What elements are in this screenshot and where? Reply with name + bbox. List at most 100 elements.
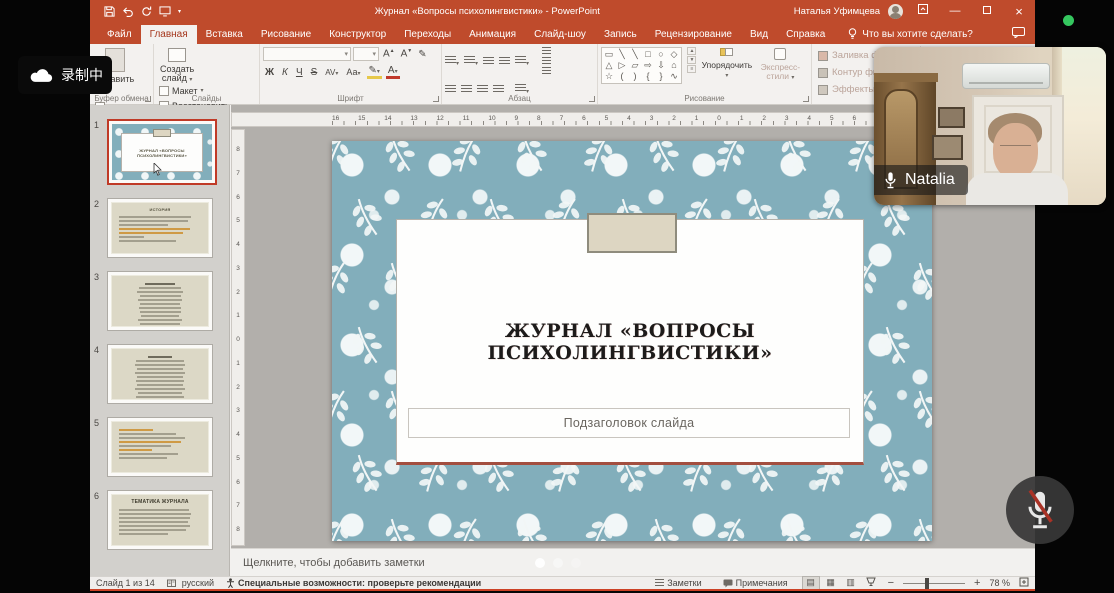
tab-Конструктор[interactable]: Конструктор xyxy=(320,25,395,44)
notes-pane[interactable]: Щелкните, чтобы добавить заметки xyxy=(231,548,1035,576)
align-left-button[interactable] xyxy=(445,85,456,94)
minimize-button[interactable]: — xyxy=(943,0,967,23)
shape-icon[interactable]: ☆ xyxy=(604,71,614,82)
shape-icon[interactable]: ( xyxy=(617,71,627,82)
tab-Главная[interactable]: Главная xyxy=(141,25,197,44)
tab-Слайд-шоу[interactable]: Слайд-шоу xyxy=(525,25,595,44)
redo-icon[interactable] xyxy=(141,6,152,17)
font-dialog-launcher[interactable] xyxy=(433,96,439,102)
comments-toggle-button[interactable]: Примечания xyxy=(723,578,788,588)
clipboard-dialog-launcher[interactable] xyxy=(145,96,151,102)
shape-icon[interactable]: ╲ xyxy=(617,49,627,60)
new-slide-button[interactable]: Создать слайд ▾ xyxy=(157,47,197,84)
start-presentation-icon[interactable] xyxy=(159,6,171,17)
shape-icon[interactable]: ) xyxy=(630,71,640,82)
slide-thumbnail-1[interactable]: ЖУРНАЛ «ВОПРОСЫ ПСИХОЛИНГВИСТИКИ» xyxy=(107,119,217,185)
slide-canvas[interactable]: ЖУРНАЛ «ВОПРОСЫ ПСИХОЛИНГВИСТИКИ» Подзаг… xyxy=(332,141,932,541)
notes-placeholder[interactable]: Щелкните, чтобы добавить заметки xyxy=(243,557,425,569)
grow-font-button[interactable]: А▲ xyxy=(381,48,397,59)
shape-icon[interactable]: △ xyxy=(604,60,614,71)
shape-icon[interactable]: ∿ xyxy=(669,71,679,82)
slide-thumbnail-4[interactable] xyxy=(107,344,213,404)
tell-me-box[interactable]: Что вы хотите сделать? xyxy=(848,28,973,44)
tab-Запись[interactable]: Запись xyxy=(595,25,646,44)
shapes-gallery[interactable]: ▭╲╲□○◇△▷▱⇨⇩⌂☆(){}∿ xyxy=(601,47,682,84)
shape-icon[interactable]: ▭ xyxy=(604,49,614,60)
italic-button[interactable]: К xyxy=(280,67,290,78)
justify-button[interactable] xyxy=(493,85,504,94)
tab-Справка[interactable]: Справка xyxy=(777,25,834,44)
tab-Рисование[interactable]: Рисование xyxy=(252,25,320,44)
slide-content-box[interactable]: ЖУРНАЛ «ВОПРОСЫ ПСИХОЛИНГВИСТИКИ» Подзаг… xyxy=(396,219,864,465)
bold-button[interactable]: Ж xyxy=(263,67,276,78)
slide-subtitle-placeholder[interactable]: Подзаголовок слайда xyxy=(408,408,850,438)
strikethrough-button[interactable]: S xyxy=(309,67,320,78)
tab-Вставка[interactable]: Вставка xyxy=(197,25,252,44)
slide-sorter-view-button[interactable]: ▦ xyxy=(823,577,839,589)
clear-formatting-button[interactable]: ✎ xyxy=(416,49,428,60)
accessibility-status[interactable]: Специальные возможности: проверьте реком… xyxy=(226,578,481,588)
align-center-button[interactable] xyxy=(461,85,472,94)
zoom-slider-handle[interactable] xyxy=(925,578,929,589)
zoom-slider[interactable] xyxy=(903,583,965,584)
change-case-button[interactable]: Аа▾ xyxy=(344,67,362,77)
comments-icon[interactable] xyxy=(1012,27,1025,41)
notes-toggle-button[interactable]: Заметки xyxy=(655,578,701,588)
proofing-icon[interactable] xyxy=(167,579,176,588)
paragraph-dialog-launcher[interactable] xyxy=(589,96,595,102)
decrease-indent-button[interactable] xyxy=(483,57,494,66)
slide-title[interactable]: ЖУРНАЛ «ВОПРОСЫ ПСИХОЛИНГВИСТИКИ» xyxy=(397,320,863,364)
numbering-button[interactable]: ▾ xyxy=(464,52,478,70)
shape-icon[interactable]: ◇ xyxy=(669,49,679,60)
tab-Вид[interactable]: Вид xyxy=(741,25,777,44)
font-color-button[interactable]: А▾ xyxy=(386,65,400,79)
underline-button[interactable]: Ч xyxy=(294,67,305,78)
font-name-combo[interactable]: ▾ xyxy=(263,47,351,61)
tab-Рецензирование[interactable]: Рецензирование xyxy=(646,25,741,44)
font-size-combo[interactable]: ▾ xyxy=(353,47,379,61)
account-avatar[interactable] xyxy=(888,4,903,19)
zoom-in-button[interactable]: + xyxy=(974,577,980,589)
normal-view-button[interactable]: ▤ xyxy=(803,577,819,589)
tab-Анимация[interactable]: Анимация xyxy=(460,25,525,44)
zoom-level[interactable]: 78 % xyxy=(989,578,1010,588)
shape-icon[interactable]: ⇩ xyxy=(656,60,666,71)
restore-button[interactable] xyxy=(975,0,999,23)
text-direction-button[interactable] xyxy=(542,47,551,55)
shrink-font-button[interactable]: А▼ xyxy=(399,48,415,59)
drawing-dialog-launcher[interactable] xyxy=(803,96,809,102)
shape-icon[interactable]: ╲ xyxy=(630,49,640,60)
align-text-button[interactable] xyxy=(542,57,551,65)
slide-thumbnail-6[interactable]: ТЕМАТИКА ЖУРНАЛА xyxy=(107,490,213,550)
slide-counter[interactable]: Слайд 1 из 14 xyxy=(96,578,155,588)
shape-icon[interactable]: ▱ xyxy=(630,60,640,71)
quick-styles-button[interactable]: Экспресс- стили ▾ xyxy=(757,47,803,82)
align-right-button[interactable] xyxy=(477,85,488,94)
shape-icon[interactable]: } xyxy=(656,71,666,82)
microphone-muted-button[interactable] xyxy=(1006,476,1074,544)
close-button[interactable]: × xyxy=(1007,0,1031,23)
arrange-button[interactable]: Упорядочить ▾ xyxy=(701,47,753,80)
tab-Файл[interactable]: Файл xyxy=(98,25,141,44)
slide-thumbnail-2[interactable]: ИСТОРИЯ xyxy=(107,198,213,258)
tab-Переходы[interactable]: Переходы xyxy=(395,25,460,44)
language-indicator[interactable]: русский xyxy=(182,578,214,588)
character-spacing-button[interactable]: AV▾ xyxy=(323,68,340,77)
account-name[interactable]: Наталья Уфимцева xyxy=(794,6,880,17)
fit-to-window-icon[interactable] xyxy=(1019,577,1029,589)
zoom-out-button[interactable]: − xyxy=(888,577,894,589)
line-spacing-button[interactable]: ▾ xyxy=(515,52,529,70)
bullets-button[interactable]: ▾ xyxy=(445,52,459,70)
undo-icon[interactable] xyxy=(122,6,134,17)
text-highlight-button[interactable]: ✎▾ xyxy=(367,65,382,79)
shape-icon[interactable]: ⇨ xyxy=(643,60,653,71)
shape-icon[interactable]: ▷ xyxy=(617,60,627,71)
shape-icon[interactable]: ○ xyxy=(656,49,666,60)
save-icon[interactable] xyxy=(104,6,115,17)
increase-indent-button[interactable] xyxy=(499,57,510,66)
slideshow-view-button[interactable] xyxy=(863,577,879,589)
convert-smartart-button[interactable] xyxy=(542,67,551,75)
slide-thumbnail-5[interactable] xyxy=(107,417,213,477)
shape-icon[interactable]: ⌂ xyxy=(669,60,679,71)
shape-icon[interactable]: □ xyxy=(643,49,653,60)
